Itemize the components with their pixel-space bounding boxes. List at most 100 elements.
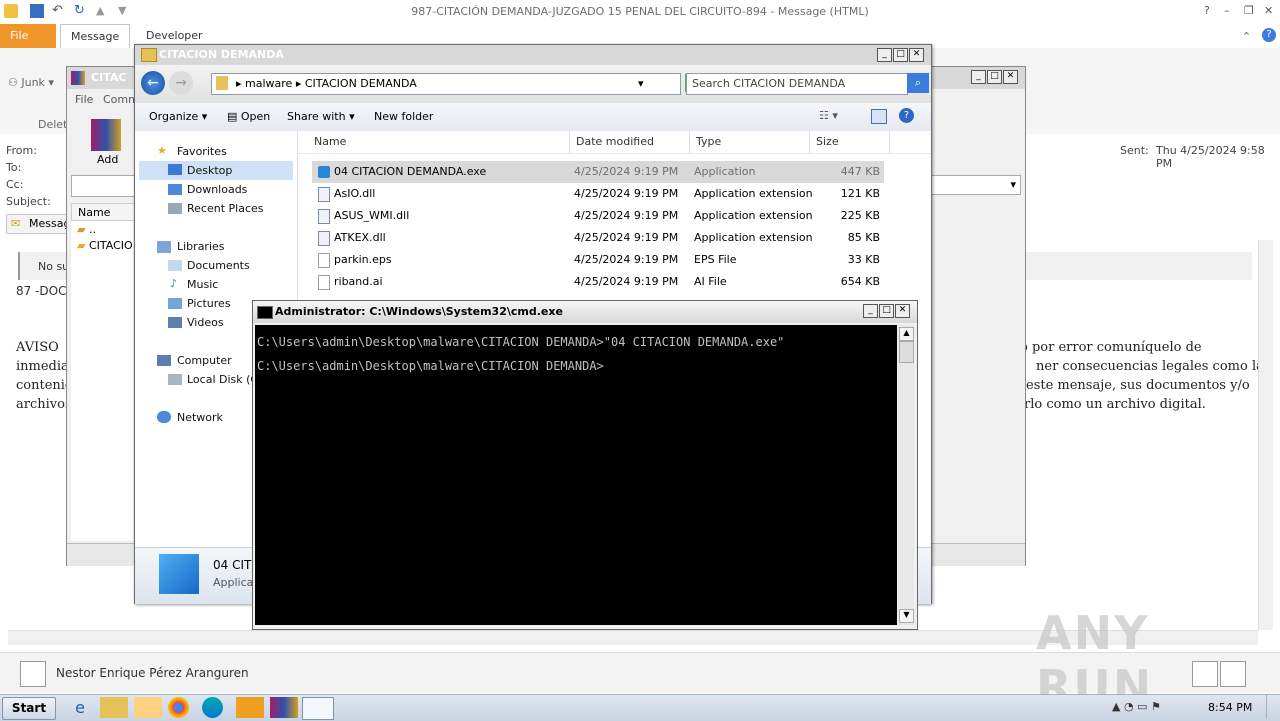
table-row[interactable]: riband.ai 4/25/2024 9:19 PM AI File 654 … <box>312 271 884 293</box>
share-with-button[interactable]: Share with ▾ <box>287 110 355 123</box>
list-item[interactable]: ▰ CITACIO <box>77 239 133 252</box>
search-icon[interactable]: ⌕ <box>907 73 929 93</box>
file-type: EPS File <box>694 253 737 266</box>
help-icon[interactable]: ? <box>1262 28 1276 42</box>
nav-local-disk[interactable]: Local Disk (C: <box>187 373 262 386</box>
chrome-icon[interactable] <box>168 697 189 718</box>
scroll-up-icon[interactable]: ▲ <box>899 327 914 341</box>
menu-file[interactable]: File <box>75 93 93 106</box>
desktop-icon <box>168 164 182 175</box>
breadcrumb-malware[interactable]: malware <box>245 77 292 90</box>
column-date[interactable]: Date modified <box>570 131 690 153</box>
aviso-text: AVISO <box>16 340 59 355</box>
close-icon[interactable]: ✕ <box>909 48 924 62</box>
scroll-thumb[interactable] <box>899 341 914 363</box>
search-input[interactable]: Search CITACION DEMANDA ⌕ <box>686 73 929 95</box>
organize-button[interactable]: Organize ▾ <box>149 110 207 123</box>
back-button[interactable]: ← <box>141 71 165 95</box>
nav-network[interactable]: Network <box>177 411 223 424</box>
explorer-icon[interactable] <box>100 697 128 718</box>
nav-videos[interactable]: Videos <box>187 316 224 329</box>
minimize-icon[interactable]: _ <box>877 48 892 62</box>
open-button[interactable]: ▤ Open <box>227 110 270 123</box>
winrar-path-field[interactable] <box>71 175 135 197</box>
column-name[interactable]: Name <box>308 131 570 153</box>
column-size[interactable]: Size <box>810 131 890 153</box>
winrar-col-name[interactable]: Name <box>71 203 135 221</box>
table-row[interactable]: ASUS_WMI.dll 4/25/2024 9:19 PM Applicati… <box>312 205 884 227</box>
file-type: Application extension <box>694 209 813 222</box>
maximize-icon[interactable]: □ <box>893 48 908 62</box>
collapse-ribbon-icon[interactable]: ⌃ <box>1242 30 1251 43</box>
help-icon[interactable]: ? <box>1204 4 1218 18</box>
explorer-title: CITACION DEMANDA <box>159 48 284 61</box>
help-icon[interactable]: ? <box>899 108 914 123</box>
cmd-taskbar-icon[interactable] <box>302 697 334 720</box>
tray-icons[interactable]: ▲ ◔ ▭ ⚑ <box>1112 700 1161 713</box>
libraries-icon <box>157 241 171 253</box>
table-row[interactable]: AsIO.dll 4/25/2024 9:19 PM Application e… <box>312 183 884 205</box>
table-row[interactable]: parkin.eps 4/25/2024 9:19 PM EPS File 33… <box>312 249 884 271</box>
nav-downloads[interactable]: Downloads <box>187 183 247 196</box>
tab-file[interactable]: File <box>0 24 56 48</box>
restore-icon[interactable]: ❐ <box>1244 4 1258 18</box>
cmd-scrollbar[interactable]: ▲ ▼ <box>898 325 914 625</box>
nav-computer[interactable]: Computer <box>177 354 232 367</box>
table-row[interactable]: ATKEX.dll 4/25/2024 9:19 PM Application … <box>312 227 884 249</box>
breadcrumb-current[interactable]: CITACION DEMANDA <box>305 77 417 90</box>
media-player-icon[interactable] <box>134 697 162 718</box>
close-icon[interactable]: ✕ <box>895 304 910 318</box>
close-icon[interactable]: ✕ <box>1264 4 1278 18</box>
scroll-down-icon[interactable]: ▼ <box>899 609 914 623</box>
minimize-icon[interactable]: _ <box>971 70 986 84</box>
nav-desktop[interactable]: Desktop <box>187 164 232 177</box>
add-archive-icon[interactable] <box>91 119 121 151</box>
cmd-titlebar[interactable]: Administrator: C:\Windows\System32\cmd.e… <box>253 301 917 323</box>
file-name: AsIO.dll <box>334 187 376 200</box>
show-desktop-button[interactable] <box>1266 695 1279 719</box>
cmd-window[interactable]: Administrator: C:\Windows\System32\cmd.e… <box>252 300 918 630</box>
nav-music[interactable]: Music <box>187 278 218 291</box>
winrar-dropdown[interactable]: ▾ <box>931 175 1021 195</box>
nav-pictures[interactable]: Pictures <box>187 297 231 310</box>
new-folder-button[interactable]: New folder <box>374 110 433 123</box>
table-row[interactable]: 04 CITACION DEMANDA.exe 4/25/2024 9:19 P… <box>312 161 884 183</box>
winrar-icon[interactable] <box>270 697 298 718</box>
chevron-down-icon[interactable]: ▾ <box>638 77 644 90</box>
minimize-icon[interactable]: – <box>1224 4 1238 18</box>
cmd-line-2: C:\Users\admin\Desktop\malware\CITACION … <box>257 359 604 373</box>
file-type: Application <box>694 165 756 178</box>
outlook-icon[interactable] <box>236 697 264 718</box>
cmd-console[interactable]: C:\Users\admin\Desktop\malware\CITACION … <box>255 325 897 625</box>
add-button-label[interactable]: Add <box>97 153 118 166</box>
cmd-line-1: C:\Users\admin\Desktop\malware\CITACION … <box>257 335 785 349</box>
forward-button[interactable]: → <box>169 71 193 95</box>
address-bar[interactable]: ▸ malware ▸ CITACION DEMANDA ▾ <box>211 73 681 95</box>
close-icon[interactable]: ✕ <box>1003 70 1018 84</box>
start-button[interactable]: Start <box>2 697 56 720</box>
tab-message[interactable]: Message <box>60 24 131 49</box>
file-name: parkin.eps <box>334 253 392 266</box>
file-date: 4/25/2024 9:19 PM <box>574 209 679 222</box>
view-options-icon[interactable]: ☷ ▾ <box>819 109 838 122</box>
column-type[interactable]: Type <box>690 131 810 153</box>
explorer-titlebar[interactable]: CITACION DEMANDA _ □ ✕ <box>135 45 931 65</box>
sender-name[interactable]: Nestor Enrique Pérez Aranguren <box>56 666 249 680</box>
nav-favorites[interactable]: Favorites <box>177 145 227 158</box>
body-right-2: ner consecuencias legales como las <box>1036 359 1271 374</box>
minimize-icon[interactable]: _ <box>863 304 878 318</box>
junk-button[interactable]: ⚇ Junk ▾ <box>8 76 54 89</box>
maximize-icon[interactable]: □ <box>879 304 894 318</box>
nav-recent-places[interactable]: Recent Places <box>187 202 264 215</box>
vertical-scrollbar[interactable] <box>1258 240 1273 630</box>
star-icon: ★ <box>157 144 167 157</box>
nav-libraries[interactable]: Libraries <box>177 240 225 253</box>
preview-pane-icon[interactable] <box>871 109 887 124</box>
nav-documents[interactable]: Documents <box>187 259 250 272</box>
maximize-icon[interactable]: □ <box>987 70 1002 84</box>
list-item[interactable]: ▰ .. <box>77 223 96 236</box>
body-right-3: este mensaje, sus documentos y/o <box>1026 378 1250 393</box>
dll-icon <box>318 187 330 202</box>
edge-icon[interactable] <box>202 697 223 718</box>
ie-icon[interactable]: e <box>66 697 94 718</box>
